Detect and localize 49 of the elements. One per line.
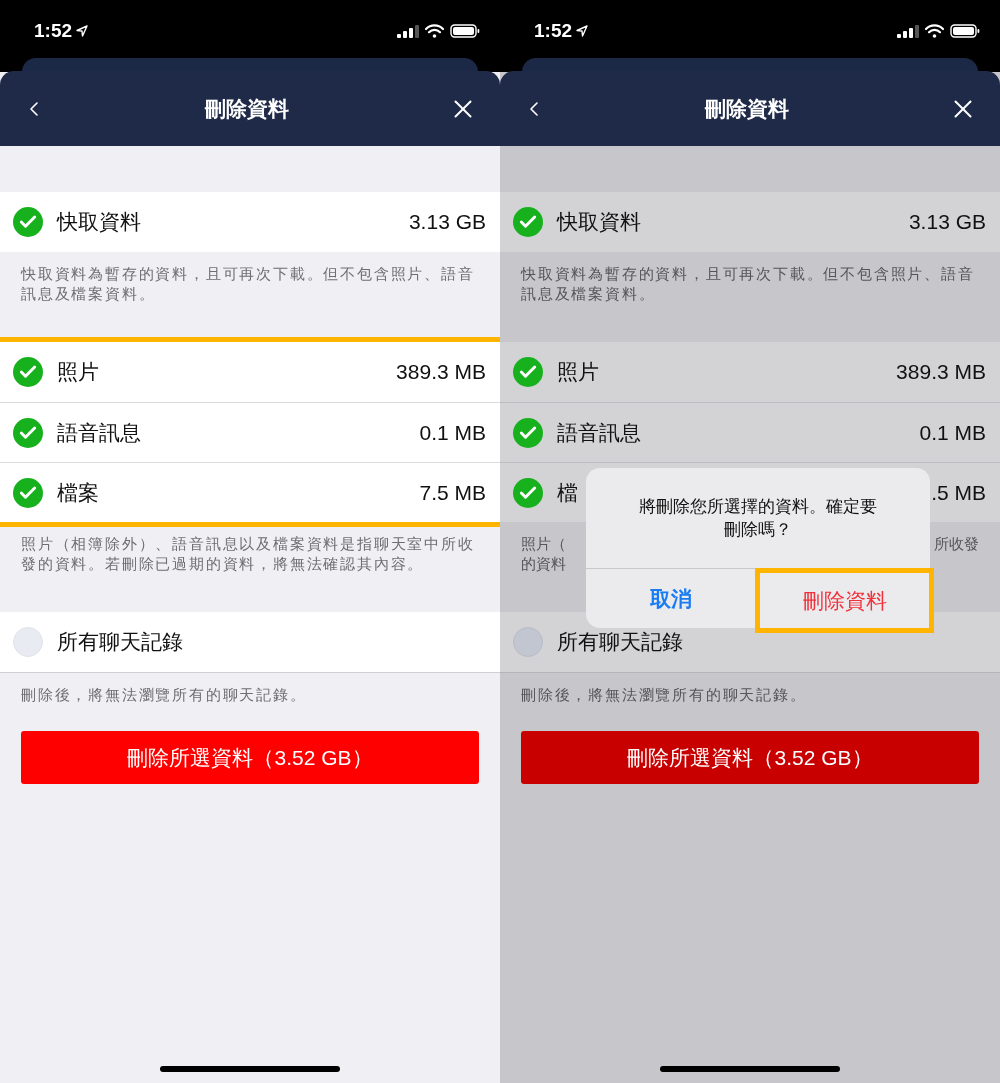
signal-icon — [897, 24, 919, 38]
battery-icon — [450, 24, 480, 38]
option-label: 照片 — [557, 359, 599, 386]
wifi-icon — [925, 24, 944, 38]
option-size: 389.3 MB — [396, 359, 486, 386]
option-label: 語音訊息 — [57, 419, 141, 446]
section-note: 快取資料為暫存的資料，且可再次下載。但不包含照片、語音訊息及檔案資料。 — [21, 264, 476, 304]
location-arrow-icon — [76, 25, 89, 37]
option-row[interactable]: 照片 389.3 MB — [0, 342, 500, 402]
option-row[interactable]: 照片 389.3 MB — [500, 342, 1000, 402]
option-size: 0.1 MB — [419, 419, 486, 446]
option-row[interactable]: 語音訊息 0.1 MB — [500, 402, 1000, 462]
note-fragment: 的資料 — [521, 555, 566, 574]
section-note: 照片（相簿除外）、語音訊息以及檔案資料是指聊天室中所收發的資料。若刪除已過期的資料，將無法確認其內容。 — [21, 534, 476, 574]
option-size: 0.1 MB — [919, 419, 986, 446]
option-size: 3.13 GB — [408, 209, 486, 236]
screen-title: 刪除資料 — [205, 95, 289, 122]
option-label: 所有聊天記錄 — [57, 629, 183, 656]
delete-selected-button[interactable]: 刪除所選資料（3.52 GB） — [21, 731, 479, 784]
section-note: 刪除後，將無法瀏覽所有的聊天記錄。 — [21, 685, 308, 705]
option-label: 檔案 — [57, 479, 99, 506]
option-size: .5 MB — [931, 479, 986, 506]
dialog-message: 將刪除您所選擇的資料。確定要刪除嗎？ — [638, 496, 878, 540]
option-label: 快取資料 — [57, 209, 141, 236]
status-time: 1:52 — [34, 18, 73, 43]
option-row[interactable]: 所有聊天記錄 — [0, 612, 500, 672]
wifi-icon — [425, 24, 444, 38]
signal-icon — [397, 24, 419, 38]
option-label: 所有聊天記錄 — [557, 629, 683, 656]
option-label: 快取資料 — [557, 209, 641, 236]
location-arrow-icon — [576, 25, 589, 37]
option-label: 語音訊息 — [557, 419, 641, 446]
note-fragment: 所收發 — [934, 535, 979, 554]
section-note: 快取資料為暫存的資料，且可再次下載。但不包含照片、語音訊息及檔案資料。 — [521, 264, 976, 304]
battery-icon — [950, 24, 980, 38]
status-time: 1:52 — [534, 18, 573, 43]
option-label: 照片 — [57, 359, 99, 386]
option-size: 389.3 MB — [896, 359, 986, 386]
section-note: 刪除後，將無法瀏覽所有的聊天記錄。 — [521, 685, 808, 705]
screen-title: 刪除資料 — [705, 95, 789, 122]
option-row[interactable]: 快取資料 3.13 GB — [500, 192, 1000, 252]
note-fragment: 照片（ — [521, 535, 566, 554]
option-label: 檔 — [557, 479, 578, 506]
option-size: 7.5 MB — [419, 479, 486, 506]
delete-selected-button[interactable]: 刪除所選資料（3.52 GB） — [521, 731, 979, 784]
option-row[interactable]: 快取資料 3.13 GB — [0, 192, 500, 252]
option-row[interactable]: 語音訊息 0.1 MB — [0, 402, 500, 462]
option-row[interactable]: 檔案 7.5 MB — [0, 462, 500, 522]
option-size: 3.13 GB — [908, 209, 986, 236]
